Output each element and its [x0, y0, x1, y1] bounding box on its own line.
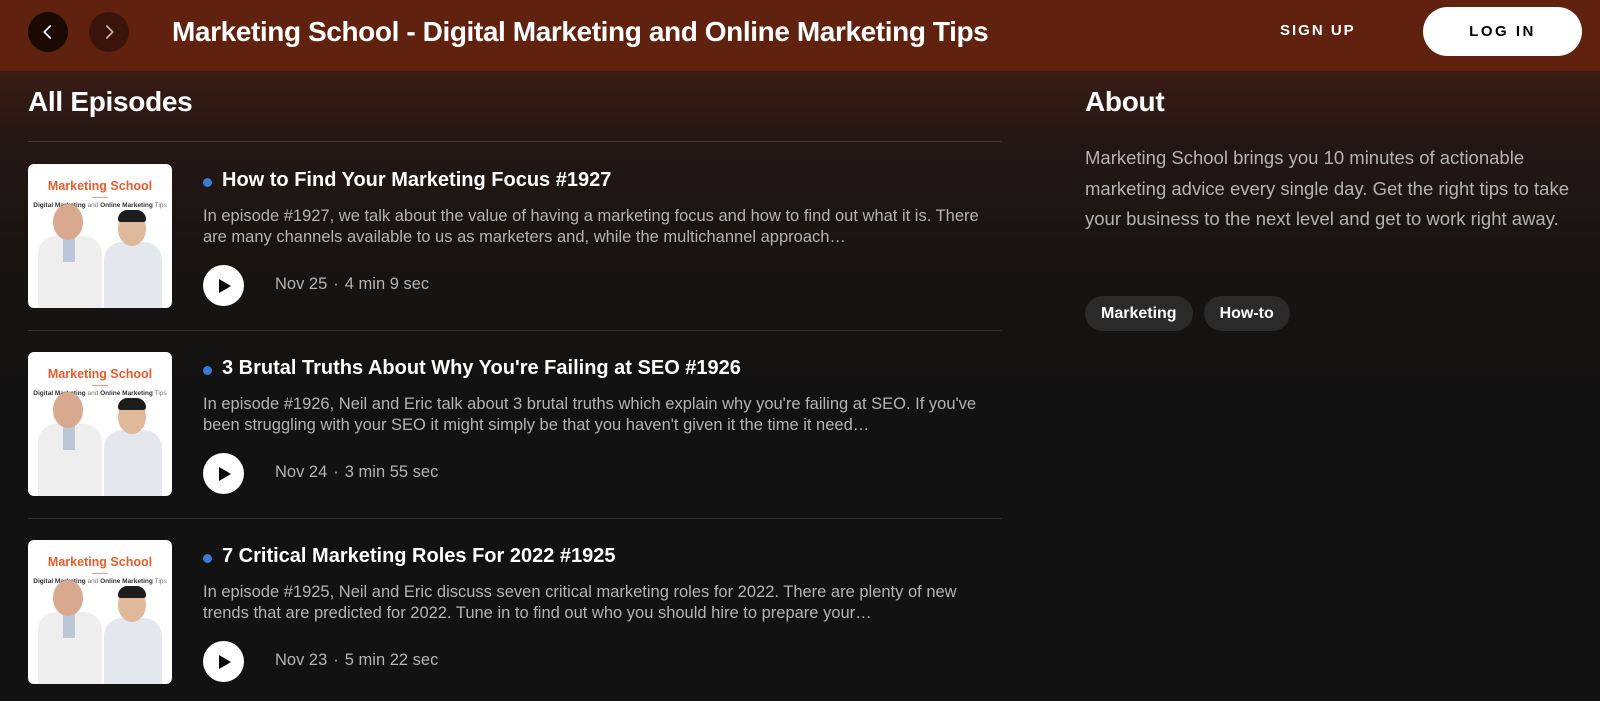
tag-marketing[interactable]: Marketing — [1085, 296, 1193, 331]
divider — [28, 141, 1002, 142]
episode-cover-image[interactable]: Marketing School Digital Marketing and O… — [28, 352, 172, 496]
cover-subtitle-b: Online Marketing — [100, 390, 153, 397]
host-photo-right — [104, 398, 162, 496]
episode-title[interactable]: 3 Brutal Truths About Why You're Failing… — [222, 357, 741, 380]
log-in-button[interactable]: LOG IN — [1423, 7, 1582, 56]
divider — [28, 330, 1002, 331]
meta-separator: · — [333, 651, 339, 669]
episode-duration: 4 min 9 sec — [344, 275, 430, 293]
all-episodes-heading: All Episodes — [28, 86, 193, 117]
podcast-page: Marketing School - Digital Marketing and… — [0, 0, 1600, 701]
episode-description: In episode #1927, we talk about the valu… — [203, 207, 979, 246]
host-photo-left — [38, 204, 102, 308]
about-description: Marketing School brings you 10 minutes o… — [1085, 147, 1569, 229]
cover-rule — [92, 573, 108, 574]
cover-title: Marketing School — [47, 367, 153, 381]
play-button[interactable] — [203, 641, 244, 682]
episode-meta: Nov 24 · 3 min 55 sec — [275, 463, 438, 482]
episode-meta: Nov 23 · 5 min 22 sec — [275, 651, 438, 670]
cover-subtitle-c: Tips — [154, 390, 167, 397]
episode-duration: 5 min 22 sec — [344, 651, 439, 669]
new-episode-dot — [203, 366, 212, 375]
episode-description: In episode #1925, Neil and Eric discuss … — [203, 583, 957, 622]
episode-meta: Nov 25 · 4 min 9 sec — [275, 275, 429, 294]
play-icon — [219, 654, 231, 669]
episode-cover-image[interactable]: Marketing School Digital Marketing and O… — [28, 540, 172, 684]
play-button[interactable] — [203, 453, 244, 494]
host-photo-left — [38, 392, 102, 496]
chevron-right-icon — [105, 25, 114, 39]
forward-button[interactable] — [89, 12, 129, 52]
tag-how-to[interactable]: How-to — [1203, 296, 1290, 331]
episode-date: Nov 24 — [275, 463, 328, 481]
episode-row: Marketing School Digital Marketing and O… — [28, 352, 1002, 498]
episode-cover-image[interactable]: Marketing School Digital Marketing and O… — [28, 164, 172, 308]
chevron-left-icon — [43, 25, 52, 39]
host-photo-right — [104, 210, 162, 308]
about-heading: About — [1085, 86, 1165, 117]
cover-subtitle-c: Tips — [154, 578, 167, 585]
episode-date: Nov 23 — [275, 651, 328, 669]
cover-subtitle-c: Tips — [154, 202, 167, 209]
new-episode-dot — [203, 554, 212, 563]
meta-separator: · — [333, 463, 339, 481]
cover-subtitle-b: Online Marketing — [100, 578, 153, 585]
episode-title[interactable]: 7 Critical Marketing Roles For 2022 #192… — [222, 545, 616, 568]
cover-title: Marketing School — [47, 179, 153, 193]
episode-row: Marketing School Digital Marketing and O… — [28, 540, 1002, 686]
episode-duration: 3 min 55 sec — [344, 463, 439, 481]
back-button[interactable] — [28, 12, 68, 52]
sign-up-button[interactable]: SIGN UP — [1280, 22, 1356, 39]
meta-separator: · — [333, 275, 339, 293]
play-icon — [219, 278, 231, 293]
divider — [28, 518, 1002, 519]
top-bar: Marketing School - Digital Marketing and… — [0, 0, 1600, 71]
cover-title: Marketing School — [47, 555, 153, 569]
play-button[interactable] — [203, 265, 244, 306]
cover-rule — [92, 197, 108, 198]
play-icon — [219, 466, 231, 481]
show-title: Marketing School - Digital Marketing and… — [172, 16, 989, 47]
episode-description: In episode #1926, Neil and Eric talk abo… — [203, 395, 977, 434]
cover-subtitle-b: Online Marketing — [100, 202, 153, 209]
episode-date: Nov 25 — [275, 275, 328, 293]
category-tags: Marketing How-to — [1085, 296, 1290, 331]
new-episode-dot — [203, 178, 212, 187]
cover-rule — [92, 385, 108, 386]
host-photo-right — [104, 586, 162, 684]
episode-row: Marketing School Digital Marketing and O… — [28, 164, 1002, 310]
host-photo-left — [38, 580, 102, 684]
episode-title[interactable]: How to Find Your Marketing Focus #1927 — [222, 169, 611, 192]
